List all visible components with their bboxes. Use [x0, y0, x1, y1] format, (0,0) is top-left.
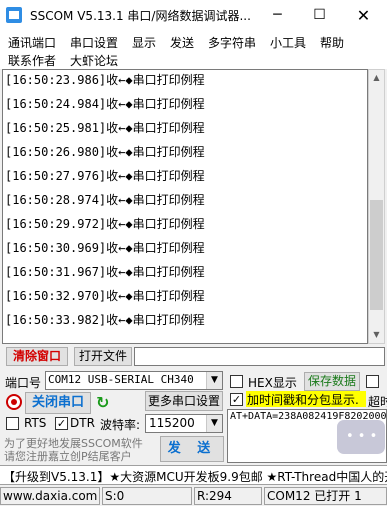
dtr-label: DTR: [70, 416, 95, 430]
save-data-button[interactable]: 保存数据: [304, 372, 360, 391]
port-select-value: COM12 USB-SERIAL CH340: [48, 373, 194, 386]
timestamp-label: 加时间戳和分包显示.: [246, 391, 366, 407]
receive-line: [16:50:24.984]收←◆串口打印例程: [5, 97, 205, 111]
menu-item-comm-port[interactable]: 通讯端口: [8, 34, 56, 51]
close-port-button[interactable]: 关闭串口: [25, 392, 91, 414]
receive-line: [16:50:28.974]收←◆串口打印例程: [5, 193, 205, 207]
file-path-input[interactable]: [134, 347, 385, 366]
menu-item-serial-settings[interactable]: 串口设置: [70, 34, 118, 51]
chevron-down-icon: ▼: [206, 372, 222, 389]
menu-item-multi-string[interactable]: 多字符串: [208, 34, 256, 51]
clear-window-button[interactable]: 清除窗口: [6, 347, 68, 366]
maximize-button[interactable]: ☐: [297, 0, 342, 31]
promo-text[interactable]: 请您注册嘉立创P结尾客户: [4, 448, 132, 464]
extra-checkbox[interactable]: [366, 375, 379, 388]
scroll-up-icon[interactable]: ▲: [369, 70, 384, 86]
status-port-state: COM12 已打开 1: [264, 487, 387, 505]
more-serial-settings-button[interactable]: 更多串口设置: [145, 391, 223, 411]
title-bar: SSCOM V5.13.1 串口/网络数据调试器... ─ ☐ ✕: [0, 0, 387, 31]
receive-scrollbar[interactable]: ▲ ▼: [368, 69, 385, 344]
menu-item-send[interactable]: 发送: [170, 34, 194, 51]
receive-line: [16:50:25.981]收←◆串口打印例程: [5, 121, 205, 135]
scrollbar-thumb[interactable]: [370, 200, 383, 310]
baud-rate-select[interactable]: 115200 ▼: [145, 414, 223, 433]
port-select[interactable]: COM12 USB-SERIAL CH340 ▼: [45, 371, 223, 390]
news-ticker: 【升级到V5.13.1】★大资源MCU开发板9.9包邮 ★RT-Thread中国…: [0, 465, 387, 485]
menu-item-contact-author[interactable]: 联系作者: [8, 52, 56, 69]
refresh-icon[interactable]: ↻: [96, 393, 109, 412]
hex-display-label: HEX显示: [248, 376, 297, 390]
baud-rate-label: 波特率:: [100, 418, 141, 432]
ticker-text[interactable]: 【升级到V5.13.1】★大资源MCU开发板9.9包邮 ★RT-Thread中国…: [3, 468, 387, 484]
receive-line: [16:50:23.986]收←◆串口打印例程: [5, 73, 205, 87]
close-button[interactable]: ✕: [341, 0, 386, 31]
receive-line: [16:50:29.972]收←◆串口打印例程: [5, 217, 205, 231]
rts-label: RTS: [24, 416, 47, 430]
menu-item-tools[interactable]: 小工具: [270, 34, 306, 51]
menu-bar: 通讯端口 串口设置 显示 发送 多字符串 小工具 帮助 联系作者 大虾论坛: [0, 31, 387, 69]
send-button[interactable]: 发 送: [160, 436, 224, 462]
app-icon: [6, 7, 22, 23]
scroll-down-icon[interactable]: ▼: [369, 327, 384, 343]
receive-line: [16:50:31.967]收←◆串口打印例程: [5, 265, 205, 279]
status-bar: www.daxia.com S:0 R:294 COM12 已打开 1: [0, 486, 387, 506]
chat-icon[interactable]: [337, 420, 385, 454]
receive-line: [16:50:27.976]收←◆串口打印例程: [5, 169, 205, 183]
receive-area[interactable]: [16:50:23.986]收←◆串口打印例程 [16:50:24.984]收←…: [2, 69, 368, 344]
chevron-down-icon: ▼: [206, 415, 222, 432]
timestamp-checkbox[interactable]: ✓: [230, 393, 243, 406]
dtr-checkbox[interactable]: ✓: [55, 417, 68, 430]
record-icon: [6, 394, 22, 410]
minimize-button[interactable]: ─: [255, 0, 300, 31]
baud-rate-value: 115200: [149, 416, 195, 430]
status-sent-count: S:0: [102, 487, 192, 505]
menu-item-forum[interactable]: 大虾论坛: [70, 52, 118, 69]
hex-display-checkbox[interactable]: [230, 375, 243, 388]
open-file-button[interactable]: 打开文件: [74, 347, 132, 366]
rts-checkbox[interactable]: [6, 417, 19, 430]
window-title: SSCOM V5.13.1 串口/网络数据调试器...: [30, 9, 251, 23]
menu-item-help[interactable]: 帮助: [320, 34, 344, 51]
menu-item-display[interactable]: 显示: [132, 34, 156, 51]
receive-line: [16:50:32.970]收←◆串口打印例程: [5, 289, 205, 303]
receive-line: [16:50:26.980]收←◆串口打印例程: [5, 145, 205, 159]
receive-line: [16:50:30.969]收←◆串口打印例程: [5, 241, 205, 255]
receive-line: [16:50:33.982]收←◆串口打印例程: [5, 313, 205, 327]
timeout-label: 超时: [368, 395, 387, 409]
status-received-count: R:294: [194, 487, 262, 505]
status-url[interactable]: www.daxia.com: [0, 487, 100, 505]
port-label: 端口号: [5, 376, 42, 390]
